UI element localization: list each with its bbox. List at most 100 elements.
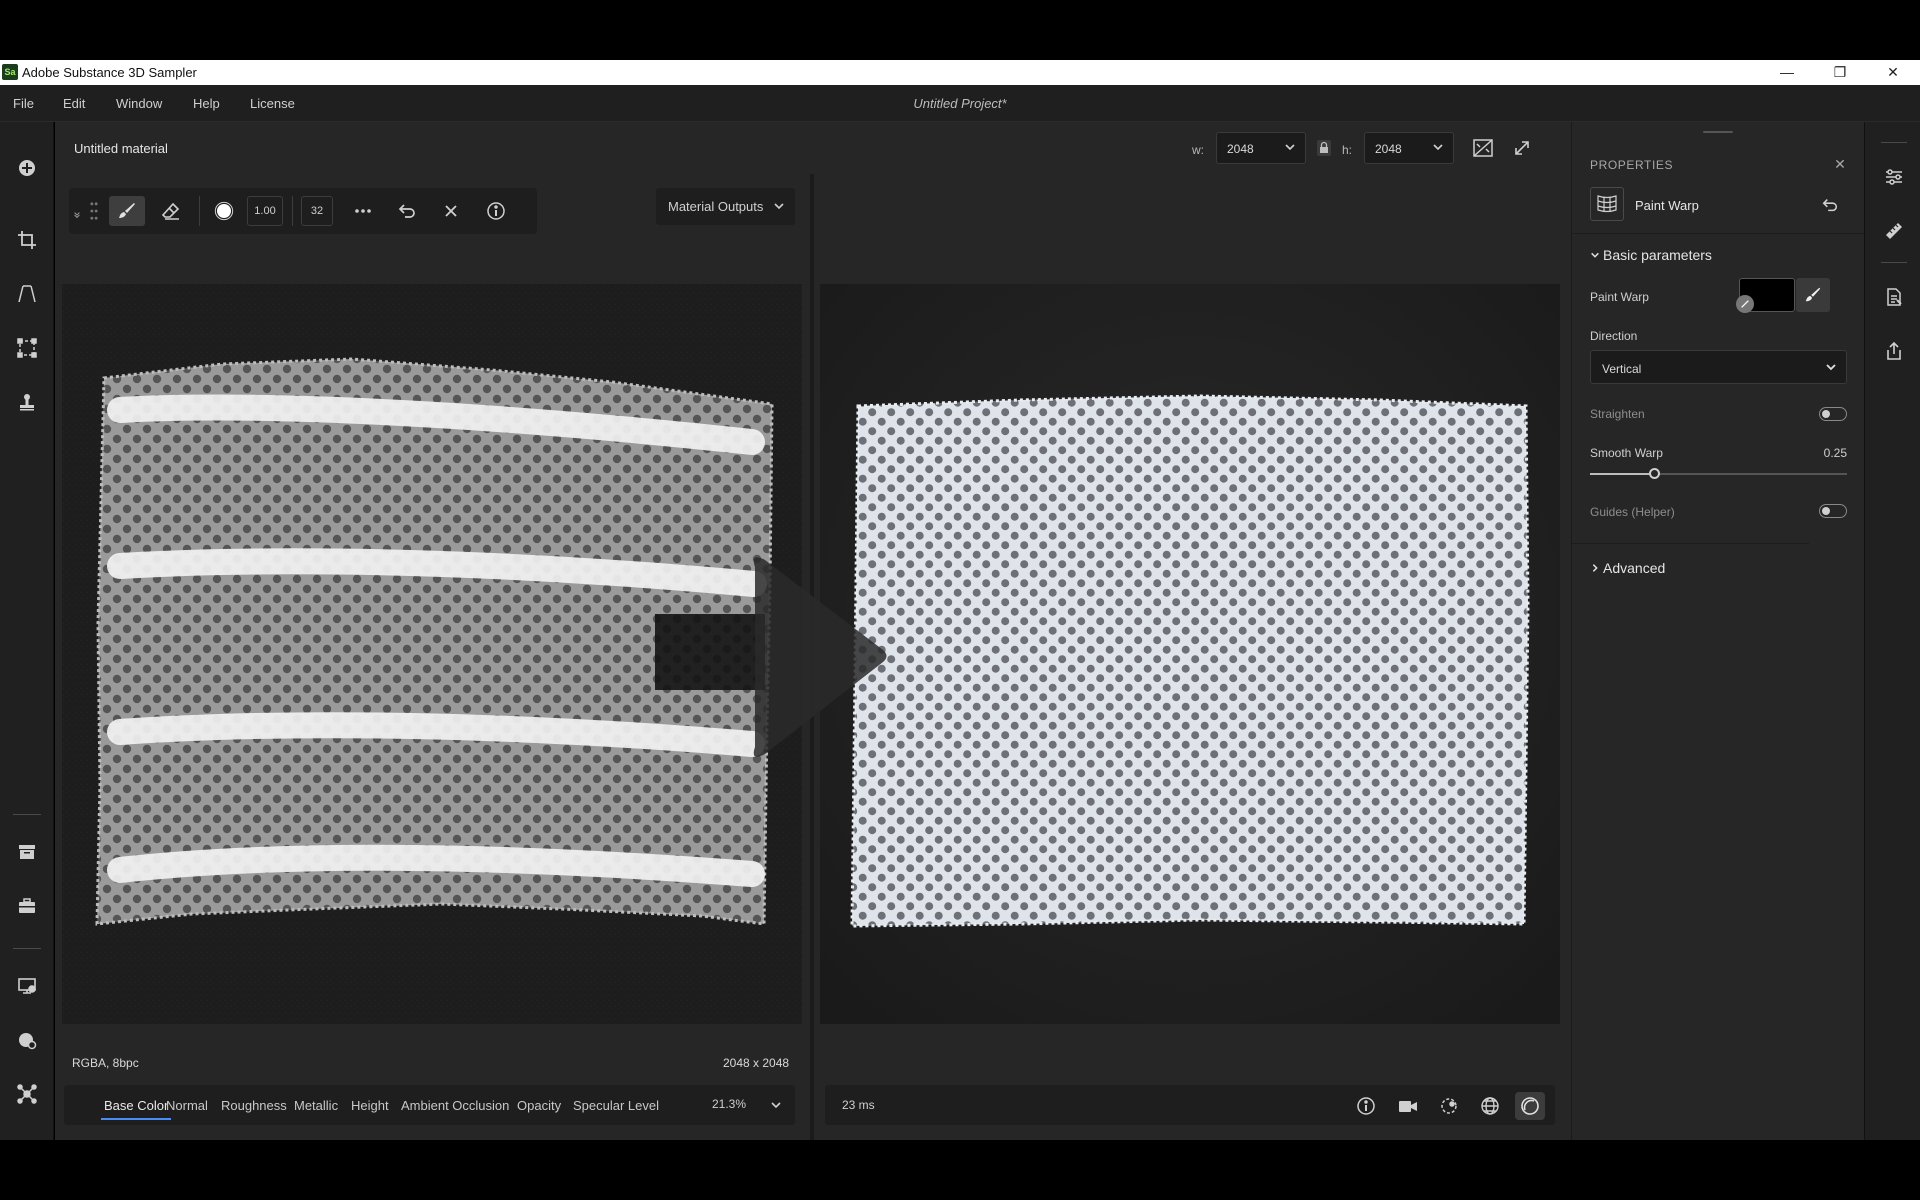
crop-icon[interactable]: [13, 226, 41, 254]
straighten-toggle[interactable]: [1819, 407, 1847, 421]
clear-strokes-button[interactable]: [434, 196, 468, 226]
toolbar-divider: [199, 196, 200, 226]
more-options-button[interactable]: [346, 196, 380, 226]
nodes-icon[interactable]: [13, 1080, 41, 1108]
undo-stroke-button[interactable]: [390, 196, 424, 226]
brush-preview-button[interactable]: [206, 196, 242, 226]
brush-opacity-field[interactable]: 1.00: [247, 196, 283, 226]
edit-map-icon[interactable]: [1736, 295, 1754, 313]
smooth-warp-value[interactable]: 0.25: [1816, 446, 1847, 460]
menu-edit[interactable]: Edit: [63, 96, 85, 111]
tab-normal[interactable]: Normal: [166, 1098, 208, 1113]
camera-icon: [1399, 1101, 1417, 1112]
chevron-down-icon: [1433, 144, 1443, 151]
close-panel-icon[interactable]: ✕: [1832, 156, 1848, 172]
archive-icon[interactable]: [13, 838, 41, 866]
menu-file[interactable]: File: [13, 96, 34, 111]
drag-grip-icon[interactable]: [89, 196, 99, 226]
eraser-icon: [161, 202, 180, 220]
advanced-label: Advanced: [1603, 560, 1666, 576]
restore-button[interactable]: ❐: [1825, 62, 1855, 82]
chevron-down-icon: [1285, 144, 1295, 151]
mesh-button[interactable]: [1475, 1092, 1505, 1120]
chevron-right-icon: [1592, 564, 1598, 572]
export-doc-icon[interactable]: [1881, 284, 1907, 310]
info-button[interactable]: [479, 196, 513, 226]
basic-parameters-label: Basic parameters: [1603, 247, 1712, 263]
sphere-icon: [1521, 1097, 1539, 1115]
undo-icon: [398, 204, 415, 218]
left-toolbar: [0, 122, 54, 1140]
smooth-warp-label: Smooth Warp: [1590, 446, 1663, 460]
guides-toggle[interactable]: [1819, 504, 1847, 518]
menu-license[interactable]: License: [250, 96, 295, 111]
channel-tabs: Base Color Normal Roughness Metallic Hei…: [64, 1085, 795, 1125]
reset-node-button[interactable]: [1819, 194, 1841, 216]
direction-select[interactable]: Vertical: [1590, 350, 1847, 384]
measure-icon[interactable]: [1881, 218, 1907, 244]
tab-roughness[interactable]: Roughness: [221, 1098, 287, 1113]
globe-icon: [1481, 1097, 1499, 1115]
texture-resolution: 2048 x 2048: [723, 1056, 790, 1070]
eraser-tool-button[interactable]: [153, 196, 189, 226]
display-icon[interactable]: [13, 972, 41, 1000]
material-preview-button[interactable]: [1515, 1092, 1545, 1120]
render-info-button[interactable]: [1351, 1092, 1381, 1120]
panel-resize-handle[interactable]: [1703, 131, 1733, 133]
brush-tool-button[interactable]: [109, 196, 145, 226]
document-header: Untitled material w: 2048 h: 2048: [55, 122, 1571, 174]
menu-help[interactable]: Help: [193, 96, 220, 111]
close-window-button[interactable]: ✕: [1878, 62, 1908, 82]
expand-icon[interactable]: [1512, 138, 1532, 158]
smooth-warp-thumb[interactable]: [1648, 468, 1660, 479]
transform-icon[interactable]: [13, 334, 41, 362]
chevron-down-icon: [1826, 364, 1836, 371]
main-workspace: Untitled material w: 2048 h: 2048 1.00 3…: [55, 122, 1571, 1140]
stamp-icon[interactable]: [13, 388, 41, 416]
render-toolbar: 23 ms: [825, 1085, 1555, 1125]
paint-brush-button[interactable]: [1796, 278, 1830, 312]
material-outputs-dropdown[interactable]: Material Outputs: [656, 188, 795, 225]
toolbox-icon[interactable]: [13, 892, 41, 920]
environment-icon: [1441, 1098, 1457, 1114]
title-bar: Sa Adobe Substance 3D Sampler — ❐ ✕: [0, 60, 1920, 85]
width-select[interactable]: 2048: [1216, 132, 1306, 164]
share-icon[interactable]: [1881, 338, 1907, 364]
material-settings-icon[interactable]: [13, 1026, 41, 1054]
split-view-icon[interactable]: [1471, 136, 1495, 160]
minimize-button[interactable]: —: [1772, 62, 1802, 82]
chevron-down-icon: [1591, 252, 1599, 258]
environment-button[interactable]: [1434, 1092, 1464, 1120]
collapse-handle-icon[interactable]: [73, 196, 81, 226]
perspective-icon[interactable]: [13, 280, 41, 308]
tab-ambient-occlusion[interactable]: Ambient Occlusion: [401, 1098, 509, 1113]
material-name: Untitled material: [74, 141, 168, 156]
material-3d-viewport[interactable]: [820, 284, 1560, 1024]
menu-window[interactable]: Window: [116, 96, 162, 111]
paint-warp-label: Paint Warp: [1590, 290, 1649, 304]
panel-divider: [1572, 543, 1809, 544]
app-logo: Sa: [2, 64, 18, 80]
properties-icon[interactable]: [1881, 164, 1907, 190]
texture-format: RGBA, 8bpc: [72, 1056, 139, 1070]
more-icon: [355, 209, 371, 213]
chevron-down-icon[interactable]: [770, 1099, 782, 1111]
tab-specular-level[interactable]: Specular Level: [573, 1098, 659, 1113]
paint-warp-result-texture: [820, 284, 1560, 1024]
height-select[interactable]: 2048: [1364, 132, 1454, 164]
direction-label: Direction: [1590, 329, 1638, 343]
advanced-section[interactable]: Advanced: [1590, 560, 1665, 576]
tab-base-color[interactable]: Base Color: [100, 1098, 172, 1120]
add-icon[interactable]: [13, 154, 41, 182]
guides-label: Guides (Helper): [1590, 505, 1675, 519]
tab-opacity[interactable]: Opacity: [517, 1098, 561, 1113]
brush-size-field[interactable]: 32: [301, 196, 333, 226]
camera-button[interactable]: [1393, 1092, 1423, 1120]
zoom-level[interactable]: 21.3%: [712, 1097, 746, 1111]
basic-parameters-section[interactable]: Basic parameters: [1590, 247, 1712, 263]
brush-icon: [119, 203, 135, 218]
tab-height[interactable]: Height: [351, 1098, 389, 1113]
tab-metallic[interactable]: Metallic: [294, 1098, 338, 1113]
straighten-label: Straighten: [1590, 407, 1645, 421]
lock-icon[interactable]: [1317, 140, 1331, 156]
